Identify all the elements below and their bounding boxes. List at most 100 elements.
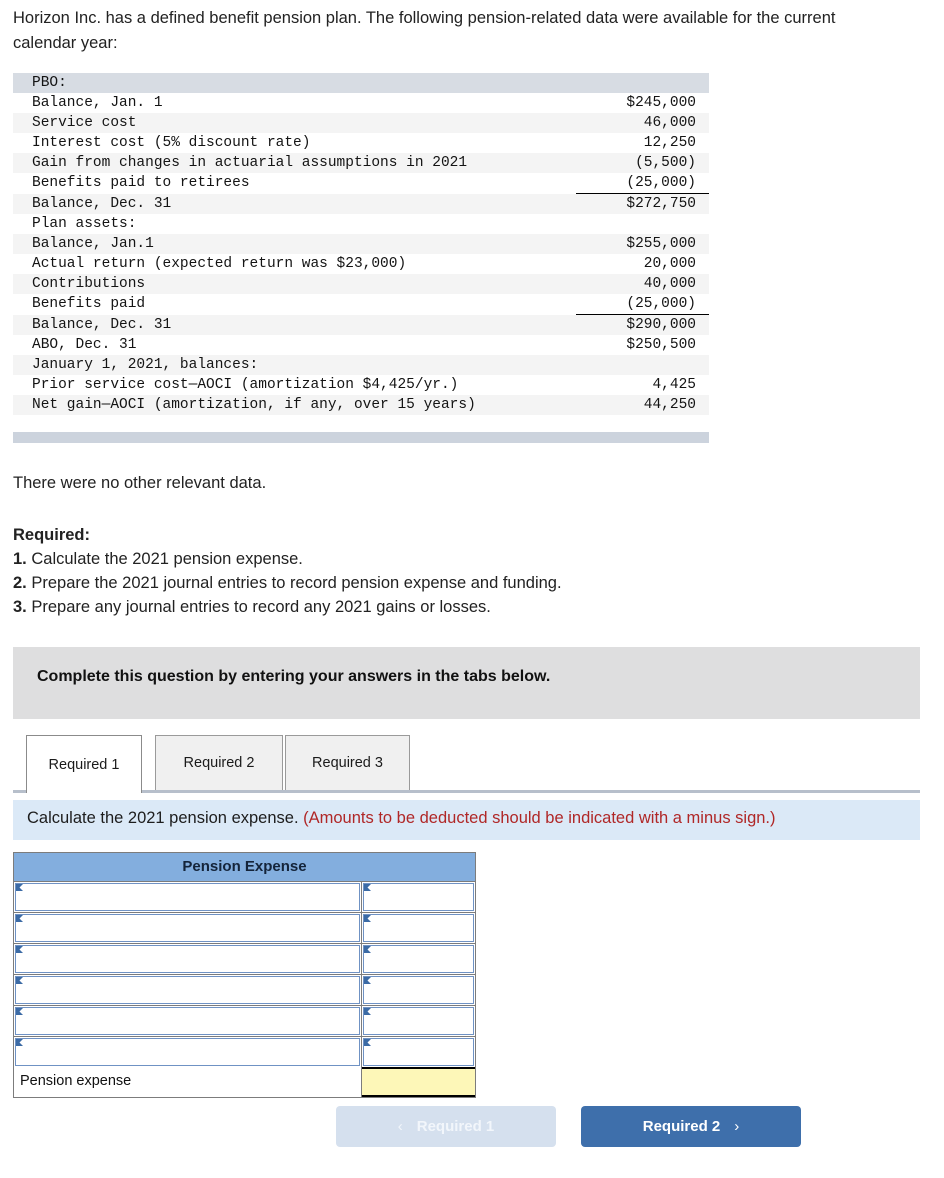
required-heading: Required: bbox=[13, 526, 91, 544]
required-item-2-number: 2. bbox=[13, 574, 27, 592]
dropdown-marker-icon bbox=[16, 1008, 23, 1015]
pension-data-row-value: 46,000 bbox=[576, 113, 709, 133]
dropdown-marker-icon bbox=[16, 977, 23, 984]
answer-row-amount-input[interactable] bbox=[363, 1007, 474, 1035]
chevron-left-icon: ‹ bbox=[397, 1118, 403, 1135]
answer-grid-rows bbox=[14, 882, 475, 1067]
pension-data-row: Balance, Jan. 1 $245,000 bbox=[13, 93, 709, 113]
total-row-label: Pension expense bbox=[20, 1073, 132, 1089]
pension-data-row-label: Benefits paid to retirees bbox=[13, 173, 576, 194]
answer-row-amount-cell bbox=[362, 1006, 475, 1036]
dropdown-marker-icon bbox=[364, 977, 371, 984]
pension-data-row-label: Interest cost (5% discount rate) bbox=[13, 133, 576, 153]
tab-required-1-label: Required 1 bbox=[48, 757, 120, 773]
tab-required-2-label: Required 2 bbox=[183, 755, 255, 771]
pension-data-table-body: PBO: Balance, Jan. 1 $245,000 Service cost 4… bbox=[13, 73, 709, 415]
required-item-2: 2. Prepare the 2021 journal entries to r… bbox=[13, 571, 562, 595]
pension-expense-answer-grid: Pension Expense Pension expense bbox=[13, 852, 476, 1098]
answer-row-description-input[interactable] bbox=[15, 976, 360, 1004]
tab-required-1[interactable]: Required 1 bbox=[26, 735, 142, 793]
pension-data-row-label: Balance, Dec. 31 bbox=[13, 193, 576, 214]
answer-row-amount-input[interactable] bbox=[363, 883, 474, 911]
required-item-1: 1. Calculate the 2021 pension expense. bbox=[13, 547, 562, 571]
total-row-amount-cell bbox=[362, 1067, 475, 1097]
answer-grid-row bbox=[14, 1006, 475, 1037]
instruction-banner-inner: Calculate the 2021 pension expense. (Amo… bbox=[27, 809, 776, 828]
answer-row-description-input[interactable] bbox=[15, 1007, 360, 1035]
complete-question-text: Complete this question by entering your … bbox=[37, 668, 551, 685]
pension-data-row: Gain from changes in actuarial assumptio… bbox=[13, 153, 709, 173]
tab-underline bbox=[13, 790, 920, 793]
total-row-label-cell: Pension expense bbox=[14, 1067, 362, 1097]
answer-grid-row bbox=[14, 1037, 475, 1067]
dropdown-marker-icon bbox=[364, 946, 371, 953]
requirement-tabs: Required 1 Required 2 Required 3 bbox=[13, 729, 920, 793]
answer-row-amount-input[interactable] bbox=[363, 914, 474, 942]
next-requirement-button[interactable]: Required 2 › bbox=[581, 1106, 801, 1147]
pension-data-row-label: Net gain—AOCI (amortization, if any, ove… bbox=[13, 395, 576, 415]
tab-required-3[interactable]: Required 3 bbox=[285, 735, 410, 790]
intro-paragraph: Horizon Inc. has a defined benefit pensi… bbox=[13, 9, 836, 52]
pension-data-row-label: Service cost bbox=[13, 113, 576, 133]
pension-data-row-value: 4,425 bbox=[576, 375, 709, 395]
answer-row-amount-input[interactable] bbox=[363, 945, 474, 973]
tab-required-2[interactable]: Required 2 bbox=[155, 735, 283, 790]
no-other-data-note: There were no other relevant data. bbox=[13, 474, 267, 492]
pension-data-row-value: 40,000 bbox=[576, 274, 709, 294]
answer-row-description-input[interactable] bbox=[15, 883, 360, 911]
pension-data-row: Benefits paid (25,000) bbox=[13, 294, 709, 315]
pension-data-row: Prior service cost—AOCI (amortization $4… bbox=[13, 375, 709, 395]
dropdown-marker-icon bbox=[364, 884, 371, 891]
previous-requirement-button[interactable]: ‹ Required 1 bbox=[336, 1106, 556, 1147]
pension-data-row-value: $250,500 bbox=[576, 335, 709, 355]
pension-data-row: PBO: bbox=[13, 73, 709, 93]
answer-row-description-input[interactable] bbox=[15, 1038, 360, 1066]
required-item-2-text: Prepare the 2021 journal entries to reco… bbox=[31, 574, 562, 592]
answer-row-amount-cell bbox=[362, 1037, 475, 1067]
pension-data-row-label: Plan assets: bbox=[13, 214, 576, 234]
required-item-3: 3. Prepare any journal entries to record… bbox=[13, 595, 562, 619]
answer-row-description-input[interactable] bbox=[15, 945, 360, 973]
pension-data-row-value: $272,750 bbox=[576, 193, 709, 214]
answer-row-description-cell bbox=[14, 882, 362, 912]
answer-row-amount-cell bbox=[362, 882, 475, 912]
answer-row-amount-cell bbox=[362, 944, 475, 974]
pension-data-row-value: 44,250 bbox=[576, 395, 709, 415]
required-item-3-number: 3. bbox=[13, 598, 27, 616]
answer-row-amount-input[interactable] bbox=[363, 1038, 474, 1066]
answer-row-description-input[interactable] bbox=[15, 914, 360, 942]
instruction-banner: Calculate the 2021 pension expense. (Amo… bbox=[13, 800, 920, 840]
pension-data-row-value bbox=[576, 355, 709, 375]
answer-grid-header: Pension Expense bbox=[14, 853, 475, 882]
answer-grid-row bbox=[14, 913, 475, 944]
pension-data-row: Contributions 40,000 bbox=[13, 274, 709, 294]
answer-row-description-cell bbox=[14, 1037, 362, 1067]
dropdown-marker-icon bbox=[16, 884, 23, 891]
pension-data-table-footer-band bbox=[13, 432, 709, 443]
pension-data-row-label: PBO: bbox=[13, 73, 576, 93]
dropdown-marker-icon bbox=[16, 915, 23, 922]
dropdown-marker-icon bbox=[16, 946, 23, 953]
instruction-primary-text: Calculate the 2021 pension expense. bbox=[27, 809, 299, 827]
pension-data-row-value: (25,000) bbox=[576, 173, 709, 194]
answer-grid-row bbox=[14, 882, 475, 913]
previous-requirement-label: Required 1 bbox=[416, 1118, 495, 1135]
answer-grid-row bbox=[14, 975, 475, 1006]
answer-row-description-cell bbox=[14, 1006, 362, 1036]
pension-data-row: Balance, Jan.1 $255,000 bbox=[13, 234, 709, 254]
pension-data-row-value: 20,000 bbox=[576, 254, 709, 274]
pension-data-row-value: $290,000 bbox=[576, 314, 709, 335]
next-requirement-label: Required 2 bbox=[642, 1118, 721, 1135]
pension-data-row-value: (5,500) bbox=[576, 153, 709, 173]
pension-data-row-label: January 1, 2021, balances: bbox=[13, 355, 576, 375]
answer-row-description-cell bbox=[14, 975, 362, 1005]
pension-data-row: Net gain—AOCI (amortization, if any, ove… bbox=[13, 395, 709, 415]
required-item-1-text: Calculate the 2021 pension expense. bbox=[31, 550, 303, 568]
pension-data-row: ABO, Dec. 31 $250,500 bbox=[13, 335, 709, 355]
dropdown-marker-icon bbox=[364, 1039, 371, 1046]
total-amount-input[interactable] bbox=[362, 1067, 475, 1097]
answer-row-amount-input[interactable] bbox=[363, 976, 474, 1004]
pension-data-row-label: Gain from changes in actuarial assumptio… bbox=[13, 153, 576, 173]
instruction-hint-text: (Amounts to be deducted should be indica… bbox=[303, 809, 776, 827]
dropdown-marker-icon bbox=[364, 915, 371, 922]
